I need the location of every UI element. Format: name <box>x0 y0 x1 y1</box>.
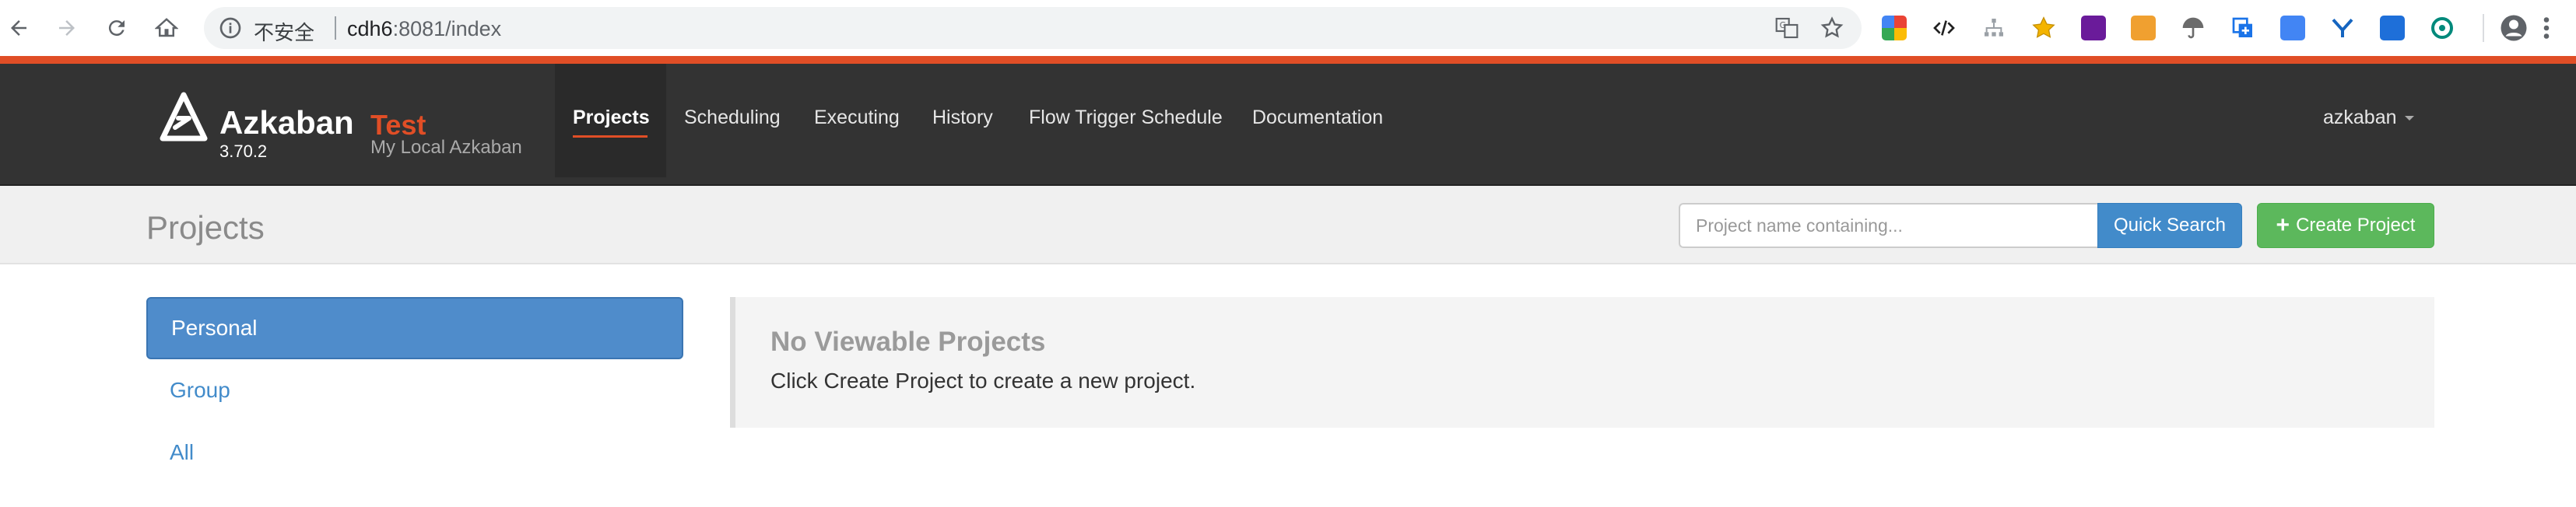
azkaban-logo-icon[interactable] <box>160 92 208 143</box>
omnibox-divider <box>335 16 336 40</box>
quick-search-button[interactable]: Quick Search <box>2097 203 2242 248</box>
reload-icon[interactable] <box>100 11 134 45</box>
nav-scheduling[interactable]: Scheduling <box>684 107 781 129</box>
address-bar[interactable]: 不安全 cdh6:8081/index G <box>204 7 1862 49</box>
navbar-accent-line <box>0 56 2576 64</box>
home-icon[interactable] <box>149 11 184 45</box>
empty-projects-panel: No Viewable Projects Click Create Projec… <box>730 297 2434 428</box>
nav-history[interactable]: History <box>932 107 993 129</box>
svg-text:G: G <box>1780 20 1786 30</box>
profile-icon[interactable] <box>2500 14 2528 42</box>
user-menu[interactable]: azkaban <box>2323 107 2414 129</box>
info-icon[interactable] <box>218 16 243 40</box>
page-title: Projects <box>146 209 265 246</box>
url-text[interactable]: cdh6:8081/index <box>347 17 501 41</box>
dice-extension-icon[interactable] <box>2131 16 2156 40</box>
project-search-input[interactable] <box>1679 203 2097 248</box>
security-label: 不安全 <box>254 21 315 44</box>
google-translate-icon[interactable] <box>2280 16 2305 40</box>
project-filter-sidebar: Personal Group All <box>146 297 683 484</box>
nav-active-underline <box>573 135 648 138</box>
sidebar-item-all[interactable]: All <box>146 421 683 484</box>
bookmark-star-icon[interactable] <box>1820 16 1844 40</box>
create-project-label: Create Project <box>2296 215 2416 236</box>
copy-plus-icon[interactable] <box>2230 16 2255 40</box>
plus-icon: + <box>2276 212 2290 238</box>
download-extension-icon[interactable] <box>2380 16 2405 40</box>
umbrella-icon[interactable] <box>2181 16 2206 40</box>
star-extension-icon[interactable] <box>2031 16 2056 40</box>
back-icon[interactable] <box>2 11 36 45</box>
version-label: 3.70.2 <box>219 142 268 161</box>
nav-projects[interactable]: Projects <box>573 107 650 129</box>
toolbar-divider <box>2483 14 2484 42</box>
user-name: azkaban <box>2323 107 2397 128</box>
top-navbar: Azkaban Test 3.70.2 My Local Azkaban Pro… <box>0 64 2576 186</box>
circle-extension-icon[interactable] <box>2430 16 2455 40</box>
nav-flow-trigger-schedule[interactable]: Flow Trigger Schedule <box>1029 107 1223 129</box>
menu-icon[interactable] <box>2539 14 2554 42</box>
nav-documentation[interactable]: Documentation <box>1252 107 1383 129</box>
y-extension-icon[interactable] <box>2330 16 2355 40</box>
url-path: :8081/index <box>392 17 502 40</box>
code-icon[interactable] <box>1932 16 1957 40</box>
sidebar-item-group[interactable]: Group <box>146 359 683 421</box>
sidebar-item-personal[interactable]: Personal <box>146 297 683 359</box>
translate-icon[interactable]: G <box>1774 16 1799 40</box>
url-host: cdh6 <box>347 17 393 40</box>
empty-state-message: Click Create Project to create a new pro… <box>770 369 1196 393</box>
brand-name[interactable]: Azkaban <box>219 104 354 142</box>
sitemap-icon[interactable] <box>1981 16 2006 40</box>
empty-state-title: No Viewable Projects <box>770 327 1046 357</box>
brand-subtitle: My Local Azkaban <box>370 137 522 158</box>
browser-toolbar: 不安全 cdh6:8081/index G <box>0 0 2576 56</box>
nav-executing[interactable]: Executing <box>814 107 900 129</box>
extension-colorful-icon[interactable] <box>1882 16 1907 40</box>
page-header: Projects Quick Search + Create Project <box>0 186 2576 264</box>
create-project-button[interactable]: + Create Project <box>2257 203 2434 248</box>
caret-down-icon <box>2404 116 2414 121</box>
rp-extension-icon[interactable] <box>2081 16 2106 40</box>
forward-icon[interactable] <box>50 11 84 45</box>
